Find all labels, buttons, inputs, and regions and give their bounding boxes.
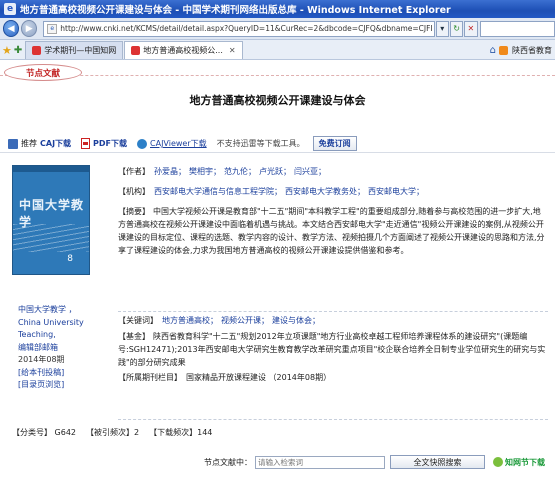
stats-divider [118, 419, 548, 420]
author-link[interactable]: 樊相宇； [189, 165, 221, 179]
abstract-text: 中国大学视频公开课是教育部"十二五"期间"本科教学工程"的重要组成部分,随着参与… [118, 207, 545, 255]
window-title-bar: e 地方普通高校视频公开课建设与体会 - 中国学术期刊网络出版总库 - Wind… [0, 0, 555, 18]
institution-link[interactable]: 西安邮电大学通信与信息工程学院； [154, 185, 282, 199]
cnki-tab-icon [131, 46, 141, 55]
article-metadata-lower: 【关键词】 地方普通高校； 视频公开课； 建设与体会； 【基金】 陕西省教育科学"… [118, 314, 548, 391]
keywords-row: 【关键词】 地方普通高校； 视频公开课； 建设与体会； [118, 314, 548, 328]
author-link[interactable]: 卢光跃； [259, 165, 291, 179]
dropdown-icon[interactable]: ▾ [435, 20, 449, 37]
close-tab-icon[interactable]: ✕ [229, 46, 236, 55]
stats-row: 【分类号】 G642 【被引频次】2 【下载频次】144 [12, 425, 547, 439]
download-bar: 推荐 CAJ下载 PDF下载 CAJViewer下载 不支持迅雷等下载工具。 免… [0, 135, 555, 153]
pdf-icon [81, 138, 91, 149]
keyword-link[interactable]: 视频公开课； [221, 314, 269, 328]
search-field[interactable] [479, 20, 555, 37]
node-search-label: 节点文献中： [204, 457, 252, 467]
download-count: 【下载频次】144 [149, 427, 213, 437]
tab-right-label[interactable]: 陕西省教育 [512, 45, 552, 56]
home-icon[interactable]: ⌂ [490, 45, 496, 56]
cover-strip [13, 166, 89, 172]
node-search-row: 节点文献中： 全文快照搜索 知网节下载 [0, 452, 555, 472]
fulltext-search-button[interactable]: 全文快照搜索 [390, 455, 485, 469]
journal-name-en-1[interactable]: China University [18, 317, 104, 330]
journal-name-en-2[interactable]: Teaching, [18, 329, 104, 342]
tab-article[interactable]: 地方普通高校视频公... ✕ [124, 41, 243, 59]
institution-link[interactable]: 西安邮电大学教务处； [285, 185, 365, 199]
section-label: 节点文献 [4, 64, 82, 81]
rss-icon[interactable] [499, 45, 508, 55]
tab-bar: ★ ✚ 学术期刊—中国知网 地方普通高校视频公... ✕ ⌂ 陕西省教育 [0, 40, 555, 60]
tab-label: 地方普通高校视频公... [143, 46, 223, 55]
favorites-star-icon[interactable]: ★ [2, 44, 12, 57]
cnki-tab-icon [32, 46, 42, 55]
node-search-input[interactable] [255, 455, 385, 469]
fund-row: 【基金】 陕西省教育科学"十二五"规划2012年立项课题"地方行业高校卓越工程师培… [118, 330, 548, 369]
window-title: 地方普通高校视频公开课建设与体会 - 中国学术期刊网络出版总库 - Window… [20, 5, 451, 16]
journal-info: 中国大学教学 ， China University Teaching, 编辑部邮… [18, 304, 104, 392]
header-divider [0, 75, 555, 76]
add-favorite-icon[interactable]: ✚ [14, 45, 22, 56]
forward-arrow-icon[interactable]: ▶ [21, 20, 38, 37]
institution-link[interactable]: 西安邮电大学； [368, 185, 424, 199]
metadata-divider [118, 311, 548, 312]
cajviewer-download-link[interactable]: CAJViewer下载 [150, 138, 207, 149]
url-text: http://www.cnki.net/KCMS/detail/detail.a… [60, 24, 433, 33]
keywords-label: 【关键词】 [118, 316, 158, 325]
cover-issue: 8 [67, 254, 73, 264]
fund-label: 【基金】 [118, 332, 150, 341]
article-title: 地方普通高校视频公开课建设与体会 [189, 94, 366, 107]
journal-cover[interactable]: 中国大学教学 8 [12, 165, 90, 275]
column-row: 【所属期刊栏目】 国家精品开放课程建设 （2014年08期） [118, 371, 548, 385]
caj-download-link[interactable]: CAJ下载 [40, 138, 71, 149]
article-metadata: 【作者】 孙爱晶； 樊相宇； 范九伦； 卢光跃； 闫兴亚； 【机构】 西安邮电大… [118, 165, 548, 263]
column-value: 国家精品开放课程建设 （2014年08期） [186, 373, 332, 382]
pdf-download-link[interactable]: PDF下载 [93, 138, 127, 149]
fund-text: 陕西省教育科学"十二五"规划2012年立项课题"地方行业高校卓越工程师培养课程体… [118, 332, 546, 367]
tab-label: 学术期刊—中国知网 [44, 46, 117, 55]
ie-app-icon: e [4, 3, 16, 15]
tab-cnki-journals[interactable]: 学术期刊—中国知网 [25, 41, 124, 59]
toc-link[interactable]: [目录页浏览] [18, 379, 104, 392]
author-link[interactable]: 范九伦； [224, 165, 256, 179]
journal-editor-email[interactable]: 编辑部邮箱 [18, 342, 104, 355]
author-link[interactable]: 孙爱晶； [154, 165, 186, 179]
recommend-label[interactable]: 推荐 [21, 138, 37, 149]
tab-bar-right: ⌂ 陕西省教育 [490, 41, 555, 59]
stop-icon[interactable]: ✕ [464, 20, 478, 37]
column-label: 【所属期刊栏目】 [118, 373, 182, 382]
cited-count: 【被引频次】2 [86, 427, 140, 437]
recommend-icon [8, 138, 18, 149]
institutions-label: 【机构】 [118, 187, 150, 196]
institutions-row: 【机构】 西安邮电大学通信与信息工程学院； 西安邮电大学教务处； 西安邮电大学； [118, 185, 548, 199]
download-note: 不支持迅雷等下载工具。 [216, 139, 305, 148]
free-subscribe-button[interactable]: 免费订阅 [312, 136, 357, 151]
journal-issue[interactable]: 2014年08期 [18, 354, 104, 367]
authors-label: 【作者】 [118, 167, 150, 176]
knowledge-node-icon [493, 457, 503, 467]
authors-row: 【作者】 孙爱晶； 樊相宇； 范九伦； 卢光跃； 闫兴亚； [118, 165, 548, 179]
cajviewer-icon [137, 138, 148, 149]
page-icon: e [47, 23, 58, 34]
journal-name-cn[interactable]: 中国大学教学 ， [18, 304, 104, 317]
keyword-link[interactable]: 建设与体会； [272, 314, 320, 328]
abstract-label: 【摘要】 [118, 207, 150, 216]
back-arrow-icon[interactable]: ◀ [3, 20, 20, 37]
refresh-icon[interactable]: ↻ [449, 20, 464, 37]
submit-link[interactable]: [给本刊投稿] [18, 367, 104, 380]
page-content: 节点文献 地方普通高校视频公开课建设与体会 推荐 CAJ下载 PDF下载 CAJ… [0, 61, 555, 480]
keyword-link[interactable]: 地方普通高校； [162, 314, 218, 328]
classification-number: 【分类号】 G642 [12, 427, 77, 437]
knowledge-node-download[interactable]: 知网节下载 [493, 457, 545, 468]
author-link[interactable]: 闫兴亚； [294, 165, 326, 179]
url-field[interactable]: e http://www.cnki.net/KCMS/detail/detail… [43, 20, 435, 37]
abstract-row: 【摘要】 中国大学视频公开课是教育部"十二五"期间"本科教学工程"的重要组成部分,… [118, 205, 548, 257]
knowledge-node-label: 知网节下载 [505, 457, 545, 467]
address-bar: ◀ ▶ e http://www.cnki.net/KCMS/detail/de… [0, 18, 555, 40]
cover-wave [13, 224, 89, 252]
